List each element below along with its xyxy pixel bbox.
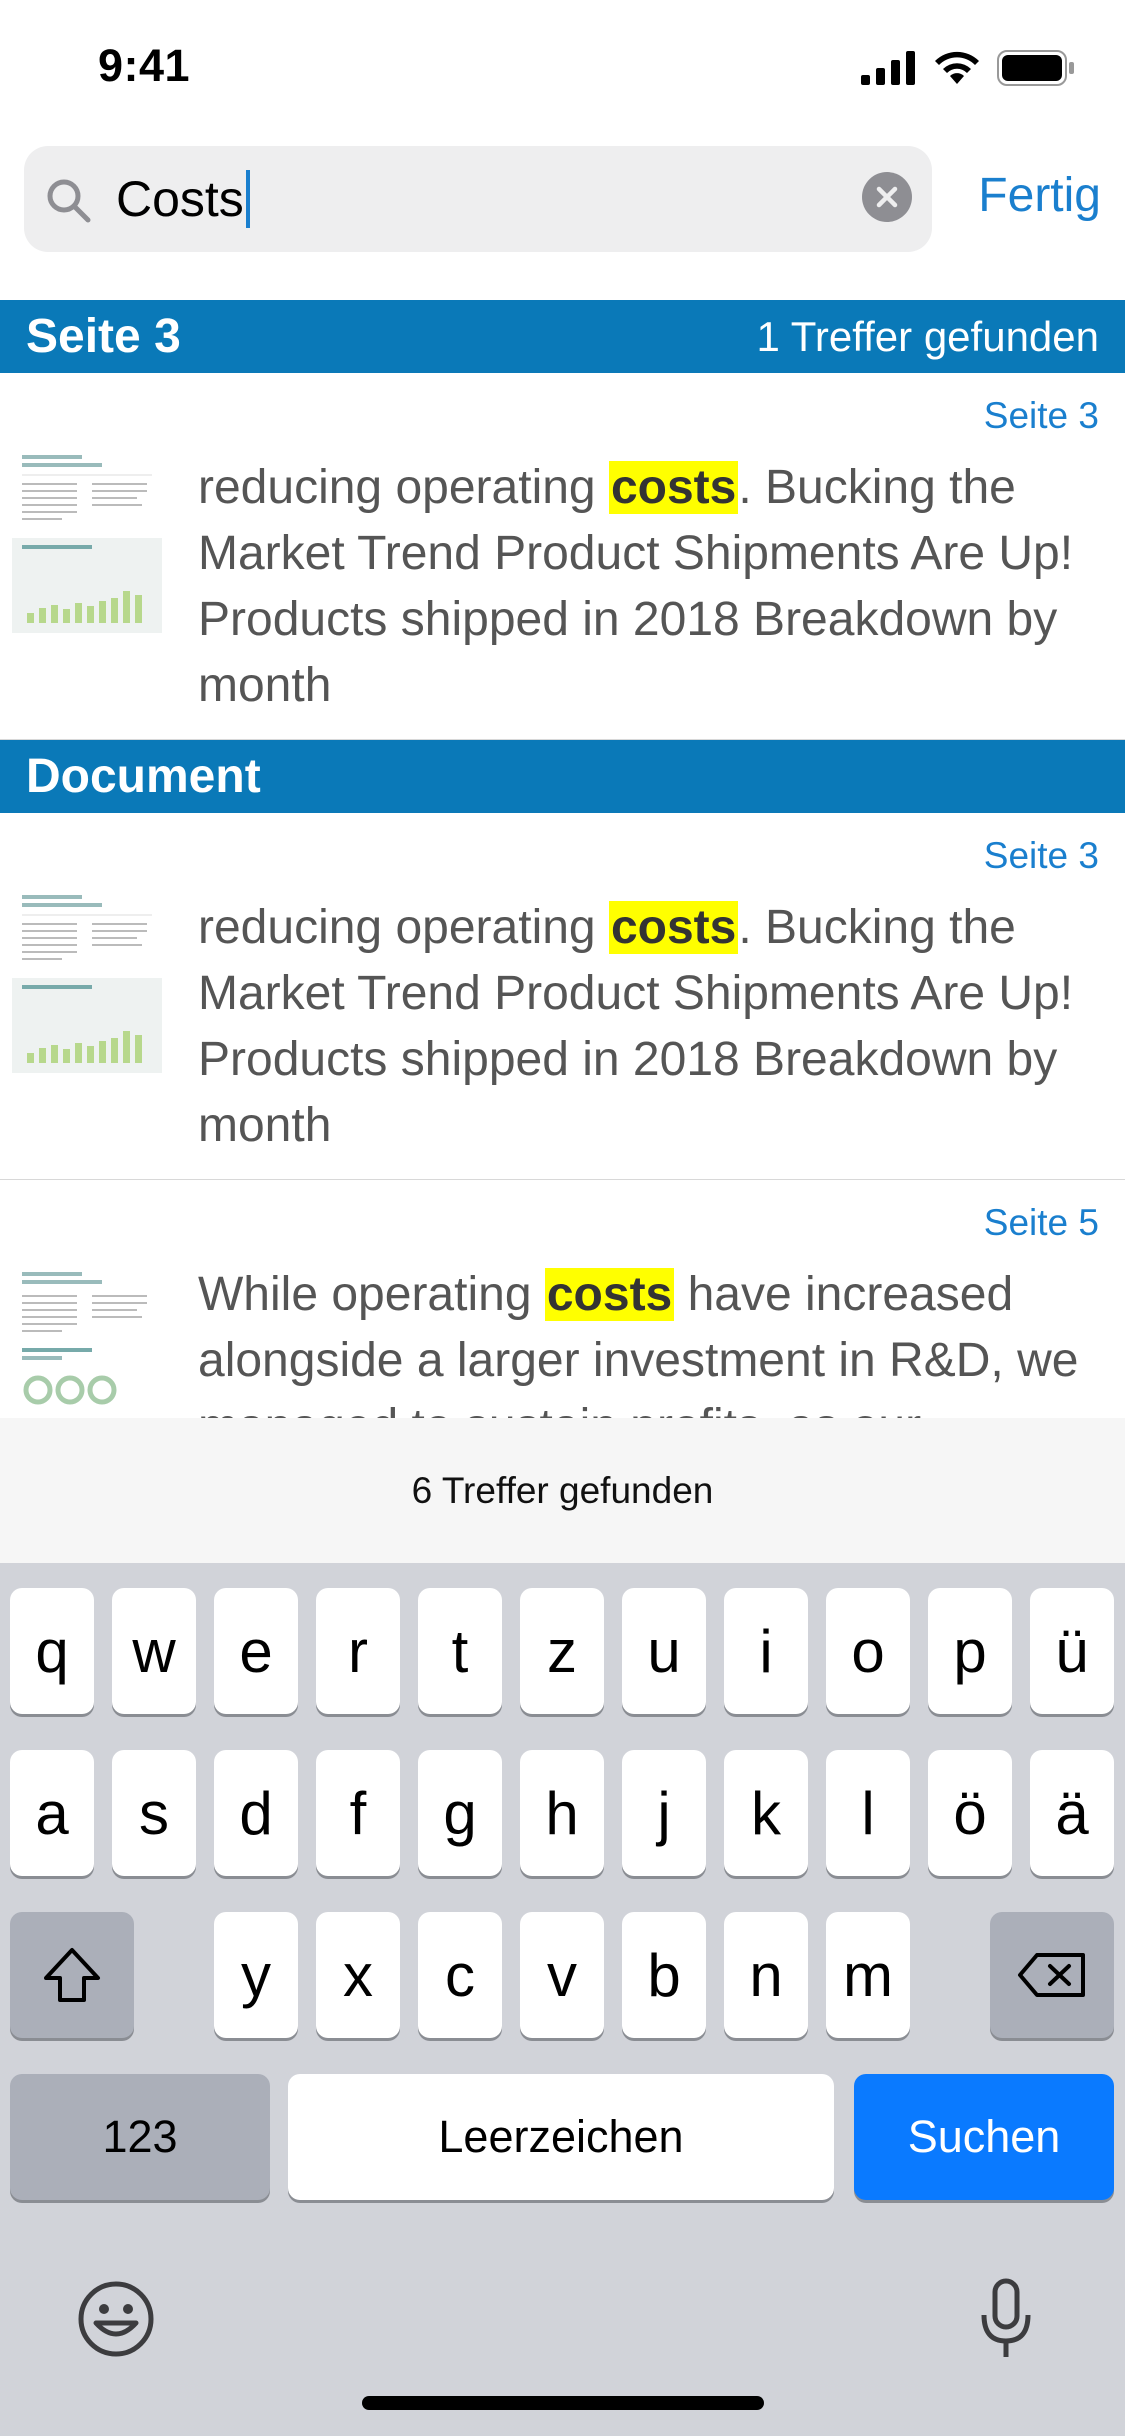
key-x[interactable]: x [316, 1912, 400, 2038]
snippet-match: costs [608, 901, 739, 954]
key-b[interactable]: b [622, 1912, 706, 2038]
search-result-row[interactable]: Seite 3 reducing operating costs. Buckin… [0, 373, 1125, 740]
key-i[interactable]: i [724, 1588, 808, 1714]
result-page-label: Seite 3 [983, 835, 1099, 876]
search-input[interactable]: Costs [24, 146, 932, 252]
home-indicator [362, 2396, 764, 2410]
snippet-before: While operating [198, 1268, 545, 1321]
numbers-key[interactable]: 123 [10, 2074, 270, 2200]
key-d[interactable]: d [214, 1750, 298, 1876]
key-k[interactable]: k [724, 1750, 808, 1876]
key-o[interactable]: o [826, 1588, 910, 1714]
snippet-before: reducing operating [198, 901, 609, 954]
snippet-match: costs [544, 1268, 675, 1321]
result-page-label: Seite 5 [983, 1202, 1099, 1243]
key-j[interactable]: j [622, 1750, 706, 1876]
signal-icon [861, 51, 915, 85]
result-snippet: While operating costs have increased alo… [198, 1262, 1098, 1418]
key-o-umlaut[interactable]: ö [928, 1750, 1012, 1876]
backspace-icon [1018, 1953, 1085, 1997]
section-header: Document [0, 740, 1125, 813]
status-bar: 9:41 [0, 0, 1125, 136]
result-snippet: reducing operating costs. Bucking the Ma… [198, 895, 1098, 1159]
battery-icon [997, 50, 1074, 86]
result-page-label: Seite 3 [983, 395, 1099, 436]
search-result-row[interactable]: Seite 3 reducing operating costs. Buckin… [0, 813, 1125, 1180]
key-h[interactable]: h [520, 1750, 604, 1876]
snippet-match: costs [608, 461, 739, 514]
key-f[interactable]: f [316, 1750, 400, 1876]
magnifier-icon [47, 179, 91, 223]
key-u[interactable]: u [622, 1588, 706, 1714]
page-thumbnail [12, 443, 162, 633]
key-c[interactable]: c [418, 1912, 502, 2038]
key-g[interactable]: g [418, 1750, 502, 1876]
snippet-before: reducing operating [198, 461, 609, 514]
key-z[interactable]: z [520, 1588, 604, 1714]
search-key[interactable]: Suchen [854, 2074, 1114, 2200]
emoji-icon[interactable] [76, 2279, 156, 2359]
key-e[interactable]: e [214, 1588, 298, 1714]
key-p[interactable]: p [928, 1588, 1012, 1714]
search-query[interactable]: Costs [116, 170, 250, 228]
section-hit-count: 1 Treffer gefunden [756, 312, 1099, 360]
section-title: Document [26, 750, 261, 803]
status-time: 9:41 [98, 40, 191, 91]
search-results-list[interactable]: Seite 3 1 Treffer gefunden Seite 3 reduc… [0, 300, 1125, 1418]
page-thumbnail [12, 883, 162, 1073]
key-n[interactable]: n [724, 1912, 808, 2038]
key-q[interactable]: q [10, 1588, 94, 1714]
wifi-icon [935, 51, 979, 84]
section-header: Seite 3 1 Treffer gefunden [0, 300, 1125, 373]
key-t[interactable]: t [418, 1588, 502, 1714]
key-r[interactable]: r [316, 1588, 400, 1714]
key-u-umlaut[interactable]: ü [1030, 1588, 1114, 1714]
close-icon [876, 186, 898, 208]
clear-search-button[interactable] [862, 172, 912, 222]
results-count-bar: 6 Treffer gefunden [0, 1418, 1125, 1563]
result-snippet: reducing operating costs. Bucking the Ma… [198, 455, 1098, 719]
page-thumbnail [12, 1250, 162, 1418]
status-icons [861, 50, 1075, 86]
backspace-key[interactable] [990, 1912, 1114, 2038]
key-w[interactable]: w [112, 1588, 196, 1714]
key-a[interactable]: a [10, 1750, 94, 1876]
key-l[interactable]: l [826, 1750, 910, 1876]
shift-icon [44, 1948, 100, 2002]
shift-key[interactable] [10, 1912, 134, 2038]
keyboard: q w e r t z u i o p ü a s d f g h j k l … [0, 1563, 1125, 2436]
search-query-text: Costs [116, 171, 244, 227]
key-s[interactable]: s [112, 1750, 196, 1876]
key-m[interactable]: m [826, 1912, 910, 2038]
microphone-icon[interactable] [978, 2277, 1034, 2361]
key-y[interactable]: y [214, 1912, 298, 2038]
search-result-row[interactable]: Seite 5 While operating costs have incre… [0, 1180, 1125, 1418]
space-key[interactable]: Leerzeichen [288, 2074, 834, 2200]
key-a-umlaut[interactable]: ä [1030, 1750, 1114, 1876]
section-title: Seite 3 [26, 310, 181, 363]
search-bar: Costs Fertig [0, 136, 1125, 300]
done-button[interactable]: Fertig [978, 168, 1101, 223]
key-v[interactable]: v [520, 1912, 604, 2038]
text-cursor [245, 170, 250, 228]
